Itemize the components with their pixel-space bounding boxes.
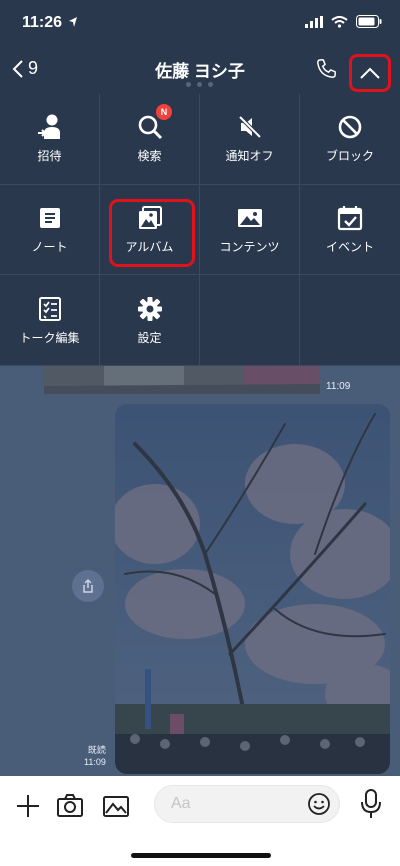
status-time: 11:26 — [22, 14, 63, 31]
block-icon — [338, 116, 362, 139]
menu-item-label: 設定 — [137, 330, 162, 345]
plus-icon — [17, 795, 39, 817]
settings-icon — [137, 296, 162, 321]
previous-photo-image — [44, 366, 320, 394]
menu-item-contents[interactable]: コンテンツ — [200, 184, 300, 276]
chat-menu-grid: 招待 N 検索 通知オフ ブロック ノート アルバム コンテンツ イベント トー… — [0, 94, 400, 366]
menu-item-settings[interactable]: 設定 — [100, 275, 200, 366]
menu-item-block[interactable]: ブロック — [300, 94, 400, 185]
menu-item-label: ブロック — [325, 149, 374, 164]
event-icon — [337, 205, 363, 231]
phone-icon — [317, 59, 336, 78]
menu-item-note[interactable]: ノート — [0, 184, 100, 276]
menu-item-label: トーク編集 — [19, 330, 80, 345]
voice-button[interactable] — [358, 788, 384, 825]
contents-icon — [237, 208, 262, 227]
call-button[interactable] — [315, 58, 337, 85]
wifi-icon — [331, 15, 348, 28]
menu-item-label: 招待 — [37, 149, 62, 164]
emoji-icon[interactable] — [307, 792, 331, 816]
menu-item-album[interactable]: アルバム — [100, 184, 200, 276]
read-status: 既読 11:09 — [84, 744, 106, 768]
image-icon — [103, 796, 129, 817]
home-indicator — [131, 853, 271, 858]
message-input[interactable] — [169, 794, 293, 814]
message-time: 11:09 — [84, 757, 106, 767]
menu-item-mute[interactable]: 通知オフ — [200, 94, 300, 185]
message-input-container — [154, 785, 340, 823]
menu-item-invite[interactable]: 招待 — [0, 94, 100, 185]
share-icon — [83, 578, 93, 593]
collapse-menu-button[interactable] — [349, 54, 391, 92]
menu-item-label: 検索 — [137, 149, 162, 164]
menu-item-search[interactable]: N 検索 — [100, 94, 200, 185]
invite-icon — [37, 114, 60, 140]
chat-header: 9 佐藤 ヨシ子 — [0, 44, 400, 94]
cellular-signal-icon — [305, 15, 323, 28]
cherry-blossom-photo — [115, 404, 390, 774]
menu-item-label: アルバム — [125, 239, 174, 254]
chat-title: 佐藤 ヨシ子 — [155, 62, 245, 81]
menu-item-label: イベント — [325, 239, 374, 254]
menu-item-label: コンテンツ — [219, 239, 280, 254]
location-arrow-icon — [69, 17, 77, 27]
chevron-up-icon — [360, 67, 380, 79]
menu-item-event[interactable]: イベント — [300, 185, 400, 276]
photo-button[interactable] — [102, 792, 130, 825]
read-label: 既読 — [87, 745, 106, 755]
note-icon — [39, 207, 60, 228]
album-icon — [138, 205, 162, 229]
menu-empty-cell — [200, 275, 300, 366]
mute-icon — [238, 115, 261, 139]
add-button[interactable] — [14, 792, 42, 825]
message-time: 11:09 — [326, 381, 351, 392]
previous-photo-message[interactable] — [44, 366, 320, 394]
edit-chat-icon — [38, 296, 61, 321]
menu-empty-cell — [300, 275, 400, 366]
new-badge: N — [156, 104, 172, 120]
camera-icon — [57, 794, 83, 817]
camera-button[interactable] — [56, 792, 84, 825]
photo-message[interactable] — [115, 404, 390, 774]
menu-item-edit-chat[interactable]: トーク編集 — [0, 275, 100, 366]
status-bar: 11:26 — [0, 0, 400, 44]
menu-item-label: 通知オフ — [225, 149, 274, 164]
battery-icon — [356, 15, 382, 28]
share-button[interactable] — [72, 570, 104, 602]
status-icons — [305, 15, 382, 28]
microphone-icon — [361, 789, 381, 818]
menu-item-label: ノート — [31, 239, 68, 254]
page-dots — [186, 82, 213, 87]
chat-area: 11:09 既読 11:09 — [0, 366, 400, 776]
